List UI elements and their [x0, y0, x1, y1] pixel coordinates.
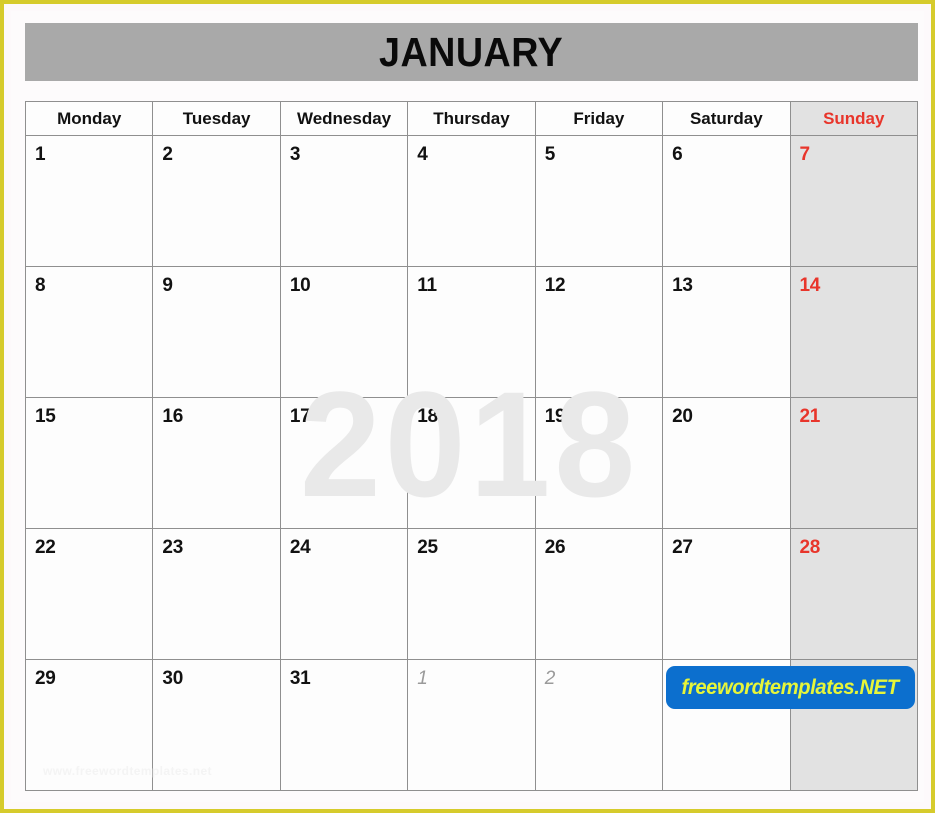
day-number: 8	[35, 275, 46, 296]
day-cell[interactable]: 20	[662, 397, 791, 529]
day-cell[interactable]: 26	[534, 528, 664, 660]
day-cell[interactable]: 24	[279, 528, 409, 660]
day-number: 30	[162, 668, 183, 689]
day-cell[interactable]: 3	[279, 135, 409, 267]
day-number: 4	[417, 144, 428, 165]
weekday-label: Thursday	[433, 108, 510, 128]
day-number-next-month: 2	[544, 668, 556, 689]
day-cell[interactable]: 30	[152, 659, 281, 791]
day-cell[interactable]: 25	[407, 528, 536, 660]
day-number: 7	[799, 144, 811, 165]
day-cell-sunday[interactable]: 28	[789, 528, 919, 660]
day-number: 18	[417, 406, 438, 427]
day-number: 31	[289, 668, 311, 689]
site-logo-text: freewordtemplates.NET	[681, 675, 900, 699]
day-cell[interactable]: 6	[662, 135, 791, 267]
day-number: 19	[544, 406, 566, 427]
day-number: 14	[799, 275, 821, 296]
calendar-page: JANUARY 2018 Monday Tuesday Wednesday Th…	[0, 0, 935, 813]
weekday-header-friday: Friday	[534, 101, 664, 136]
day-number: 11	[417, 275, 437, 296]
day-number: 24	[289, 537, 311, 558]
day-cell[interactable]: 22	[24, 528, 154, 660]
day-number: 23	[162, 537, 183, 558]
weekday-label: Saturday	[689, 108, 763, 128]
weekday-header-row: Monday Tuesday Wednesday Thursday Friday…	[24, 101, 919, 136]
month-title: JANUARY	[379, 28, 564, 75]
weekday-header-saturday: Saturday	[662, 101, 791, 136]
day-cell[interactable]: 23	[152, 528, 281, 660]
weekday-label: Sunday	[823, 108, 885, 128]
day-cell[interactable]: 27	[662, 528, 791, 660]
month-title-bar: JANUARY	[25, 23, 918, 81]
day-cell[interactable]: 16	[152, 397, 281, 529]
day-number: 16	[162, 406, 183, 427]
calendar-week-row: 8 9 10 11 12 13 14	[24, 266, 919, 398]
day-cell[interactable]: 19	[534, 397, 664, 529]
day-number: 27	[672, 537, 693, 558]
weekday-label: Wednesday	[296, 108, 392, 128]
calendar-week-row: 1 2 3 4 5 6 7	[24, 135, 919, 267]
weekday-header-sunday: Sunday	[789, 101, 919, 136]
calendar-week-row: 15 16 17 18 19 20 21	[24, 397, 919, 529]
weekday-header-tuesday: Tuesday	[152, 101, 281, 136]
weekday-label: Tuesday	[182, 108, 251, 128]
calendar-sheet: JANUARY 2018 Monday Tuesday Wednesday Th…	[21, 14, 919, 797]
site-logo-badge[interactable]: freewordtemplates.NET	[666, 666, 915, 709]
day-number: 22	[35, 537, 56, 558]
day-cell[interactable]: 2	[152, 135, 281, 267]
day-number: 29	[35, 668, 56, 689]
day-cell[interactable]: 31	[279, 659, 409, 791]
day-cell[interactable]: 17	[279, 397, 409, 529]
day-number: 2	[162, 144, 173, 165]
day-number: 15	[35, 406, 56, 427]
day-number: 20	[672, 406, 693, 427]
day-number: 10	[289, 275, 311, 296]
day-cell[interactable]: 9	[152, 266, 281, 398]
day-number-next-month: 1	[417, 668, 428, 689]
weekday-label: Friday	[573, 108, 625, 128]
day-cell-sunday[interactable]: 14	[789, 266, 919, 398]
day-cell[interactable]: 29	[24, 659, 154, 791]
day-number: 1	[35, 144, 46, 165]
day-number: 26	[544, 537, 566, 558]
weekday-header-thursday: Thursday	[407, 101, 536, 136]
day-number: 9	[162, 275, 173, 296]
day-cell[interactable]: 2	[534, 659, 664, 791]
weekday-label: Monday	[57, 108, 122, 128]
day-cell[interactable]: 11	[407, 266, 536, 398]
day-cell-sunday[interactable]: 21	[789, 397, 919, 529]
day-number: 17	[289, 406, 311, 427]
day-cell[interactable]: 5	[534, 135, 664, 267]
day-cell[interactable]: 13	[662, 266, 791, 398]
weekday-header-wednesday: Wednesday	[279, 101, 409, 136]
day-number: 21	[799, 406, 821, 427]
day-number: 5	[544, 144, 556, 165]
day-number: 12	[544, 275, 566, 296]
day-number: 13	[672, 275, 693, 296]
day-cell[interactable]: 12	[534, 266, 664, 398]
weekday-header-monday: Monday	[24, 101, 154, 136]
day-number: 28	[799, 537, 821, 558]
day-number: 6	[672, 144, 683, 165]
day-cell[interactable]: 10	[279, 266, 409, 398]
calendar-week-row: 22 23 24 25 26 27 28	[24, 528, 919, 660]
day-cell[interactable]: 1	[24, 135, 154, 267]
day-number: 25	[417, 537, 438, 558]
day-cell[interactable]: 15	[24, 397, 154, 529]
day-cell-sunday[interactable]: 7	[789, 135, 919, 267]
day-cell[interactable]: 4	[407, 135, 536, 267]
day-cell[interactable]: 8	[24, 266, 154, 398]
day-cell[interactable]: 18	[407, 397, 536, 529]
day-cell[interactable]: 1	[407, 659, 536, 791]
day-number: 3	[289, 144, 301, 165]
